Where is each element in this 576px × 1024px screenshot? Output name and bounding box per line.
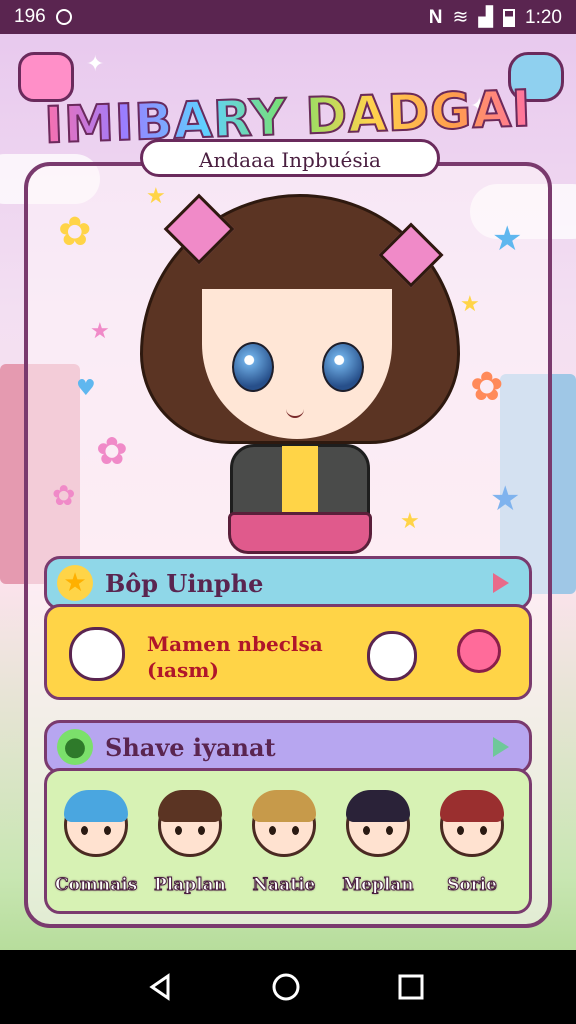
star-icon: ★ [57, 565, 93, 601]
home-icon[interactable] [271, 972, 301, 1002]
character-card[interactable]: Meplan [337, 790, 419, 896]
avatar-eyes [81, 826, 111, 835]
signal-icon: ▟ [478, 7, 494, 28]
back-icon[interactable] [146, 972, 176, 1002]
navigation-bar [0, 950, 576, 1024]
character-shirt [282, 446, 318, 516]
character-name: Naatie [252, 875, 316, 896]
character-skirt [228, 512, 372, 554]
chevron-right-icon[interactable] [493, 737, 509, 757]
flower-icon: ✿ [52, 479, 76, 512]
wifi-icon: ≋ [452, 7, 469, 28]
avatar-eyes [269, 826, 299, 835]
avatar [346, 790, 410, 857]
status-clock: 1:20 [525, 6, 562, 28]
avatar-eyes [457, 826, 487, 835]
avatar-hair [252, 790, 316, 822]
mood-line-1: Mamen nbeclsa [147, 632, 323, 656]
white-cat-icon [367, 631, 417, 681]
mood-text: Mamen nbeclsa (ıasm) [147, 631, 323, 683]
pink-star-icon [18, 52, 74, 102]
character-card[interactable]: Plaplan [149, 790, 231, 896]
eye-right [322, 342, 364, 392]
avatar-hair [346, 790, 410, 822]
avatar [252, 790, 316, 857]
character-name: Meplan [342, 875, 414, 896]
slime-icon: ● [57, 729, 93, 765]
star-icon: ★ [90, 319, 110, 344]
section-2-label: Shave iyanat [105, 732, 276, 762]
main-character[interactable] [140, 193, 460, 574]
sync-icon [55, 9, 72, 25]
avatar [158, 790, 222, 857]
star-icon: ★ [460, 292, 480, 317]
chevron-right-icon[interactable] [493, 573, 509, 593]
avatar-hair [158, 790, 222, 822]
flower-icon: ✿ [470, 364, 504, 410]
avatar-eyes [363, 826, 393, 835]
flower-icon: ✿ [58, 209, 92, 255]
nfc-icon: N [428, 6, 443, 28]
character-card[interactable]: Sorie [431, 790, 513, 896]
white-cat-icon [69, 627, 125, 681]
character-name: Sorie [447, 875, 498, 896]
avatar-eyes [175, 826, 205, 835]
recents-icon[interactable] [396, 972, 426, 1002]
app-screen: ✦ ✦ IMIBARY DADGAI Andaaa Inpbuésia ✿ ★ … [0, 34, 576, 950]
sparkle-icon: ✦ [86, 52, 105, 77]
section-bar-1[interactable]: ★ Bôp Uinphe [44, 556, 532, 610]
character-list-panel: Comnais Plaplan Naatie Meplan Sorie [44, 768, 532, 914]
character-name: Plaplan [154, 875, 227, 896]
mood-line-2: (ıasm) [147, 658, 219, 682]
character-card[interactable]: Naatie [243, 790, 325, 896]
avatar-hair [440, 790, 504, 822]
star-icon: ★ [490, 479, 521, 519]
avatar [440, 790, 504, 857]
character-card[interactable]: Comnais [55, 790, 138, 896]
section-bar-2[interactable]: ● Shave iyanat [44, 720, 532, 774]
battery-icon [503, 8, 516, 27]
avatar-hair [64, 790, 128, 822]
section-1-label: Bôp Uinphe [105, 568, 264, 598]
app-subtitle: Andaaa Inpbuésia [140, 139, 440, 177]
star-icon: ★ [492, 219, 523, 259]
mood-panel[interactable]: Mamen nbeclsa (ıasm) [44, 604, 532, 700]
heart-balloon-icon [457, 629, 501, 673]
character-name: Comnais [55, 875, 138, 896]
heart-icon: ♥ [76, 376, 96, 401]
status-left-text: 196 [14, 6, 46, 27]
avatar [64, 790, 128, 857]
eye-left [232, 342, 274, 392]
flower-icon: ✿ [96, 429, 128, 473]
status-bar: 196 N ≋ ▟ 1:20 [0, 0, 576, 34]
